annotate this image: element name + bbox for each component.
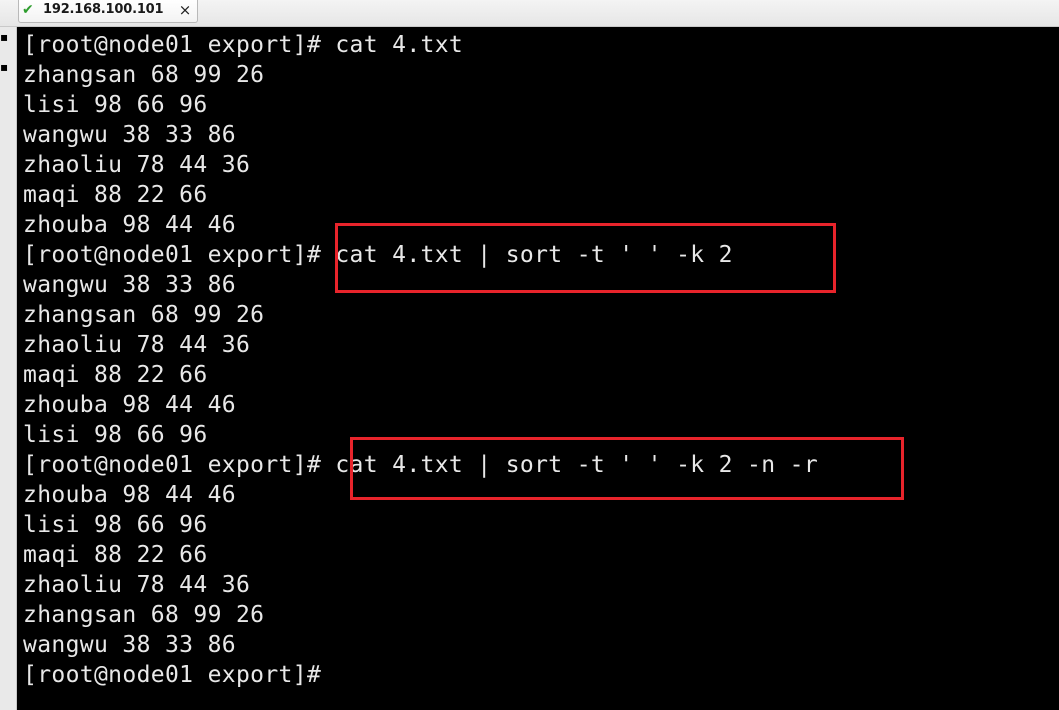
terminal-line: [root@node01 export]# cat 4.txt [23, 32, 464, 58]
terminal-line: zhangsan 68 99 26 [23, 602, 265, 628]
check-icon: ✔ [22, 2, 34, 18]
terminal-line: maqi 88 22 66 [23, 542, 208, 568]
terminal-line: wangwu 38 33 86 [23, 122, 236, 148]
terminal-line: maqi 88 22 66 [23, 362, 208, 388]
session-tab[interactable]: ✔ 192.168.100.101 × [18, 0, 198, 23]
left-gutter: ▪ ▪ [0, 27, 17, 710]
terminal-line: zhaoliu 78 44 36 [23, 572, 251, 598]
terminal-line: lisi 98 66 96 [23, 512, 208, 538]
terminal-output[interactable]: [root@node01 export]# cat 4.txt zhangsan… [17, 27, 1059, 710]
terminal-line: wangwu 38 33 86 [23, 632, 236, 658]
highlight-box-sort-numeric-reverse-command [350, 437, 904, 500]
terminal-line: zhaoliu 78 44 36 [23, 332, 251, 358]
terminal-line: maqi 88 22 66 [23, 182, 208, 208]
gutter-arrow-icon: ▪ [0, 30, 9, 44]
terminal-line: lisi 98 66 96 [23, 92, 208, 118]
gutter-arrow-icon: ▪ [0, 60, 9, 74]
terminal-line: zhangsan 68 99 26 [23, 302, 265, 328]
terminal-line: zhangsan 68 99 26 [23, 62, 265, 88]
tab-close-button[interactable]: × [177, 1, 193, 19]
terminal-line: [root@node01 export]# [23, 662, 322, 688]
terminal-line: zhouba 98 44 46 [23, 392, 236, 418]
highlight-box-sort-command [335, 223, 836, 293]
tab-bar: ✔ 192.168.100.101 × [0, 0, 1059, 27]
terminal-line: zhaoliu 78 44 36 [23, 152, 251, 178]
session-tab-title: 192.168.100.101 [43, 2, 164, 17]
terminal-lines: [root@node01 export]# cat 4.txt zhangsan… [23, 30, 818, 690]
